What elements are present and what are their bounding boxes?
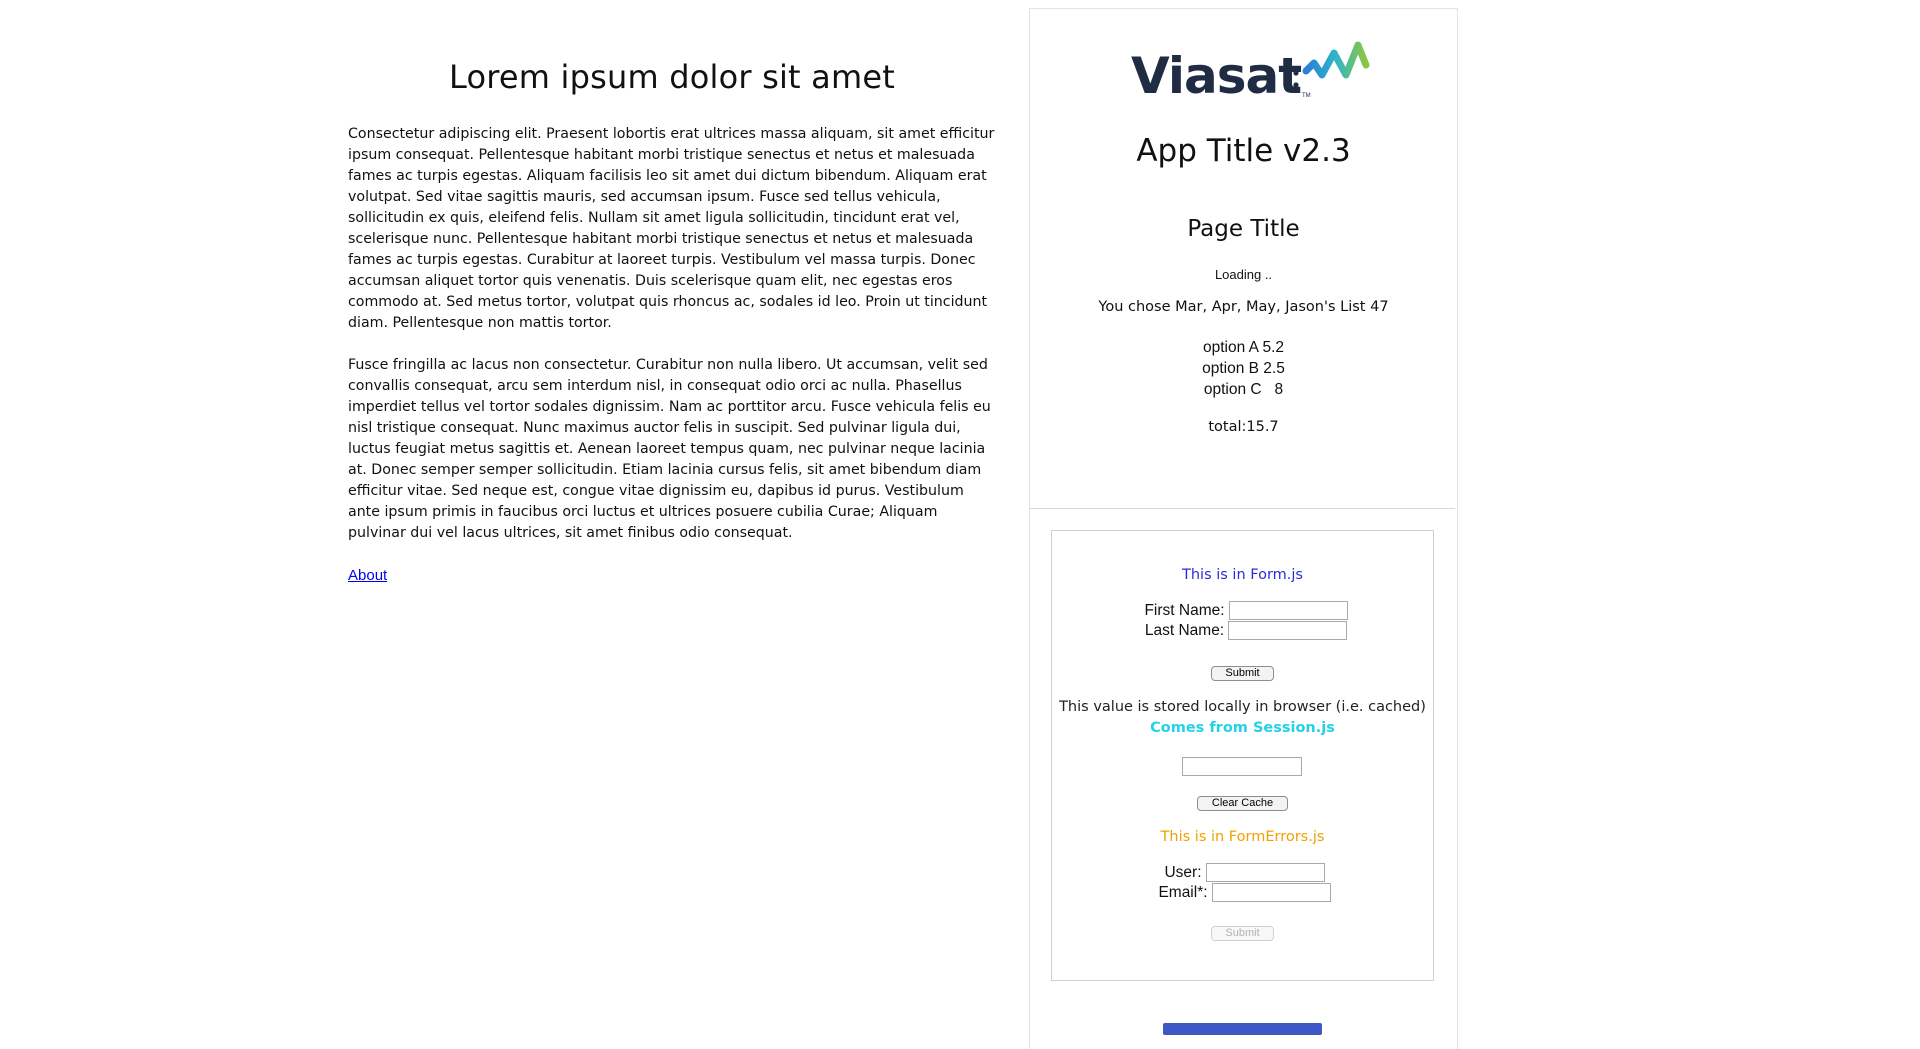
logo-trademark: TM xyxy=(1302,93,1311,99)
last-name-input[interactable] xyxy=(1228,621,1348,640)
option-c: option C 8 xyxy=(1203,381,1284,398)
first-name-label: First Name: xyxy=(1144,601,1225,619)
logo-wordmark: Viasat xyxy=(1131,47,1302,105)
article-paragraph-2: Fusce fringilla ac lacus non consectetur… xyxy=(348,357,991,541)
logo-wave-icon xyxy=(1293,41,1370,88)
viasat-logo: Viasat TM xyxy=(1130,23,1370,113)
options-list: option A 5.2 option B 2.5 option C 8 xyxy=(1030,337,1457,400)
article-heading: Lorem ipsum dolor sit amet xyxy=(448,58,895,96)
total-value: total:15.7 xyxy=(1208,419,1279,435)
submit-disabled-button[interactable]: Submit xyxy=(1211,926,1274,941)
about-link[interactable]: About xyxy=(348,567,387,584)
user-input[interactable] xyxy=(1205,863,1325,882)
clear-cache-button[interactable]: Clear Cache xyxy=(1197,796,1288,811)
email-label: Email*: xyxy=(1158,883,1208,901)
selection-summary: You chose Mar, Apr, May, Jason's List 47 xyxy=(1098,299,1389,315)
loading-text: Loading .. xyxy=(1214,267,1273,282)
email-input[interactable] xyxy=(1211,883,1331,902)
article-paragraph-1: Consectetur adipiscing elit. Praesent lo… xyxy=(348,126,995,331)
session-source-label: Comes from Session.js xyxy=(1150,720,1335,736)
last-name-row: Last Name: xyxy=(1052,621,1433,643)
page-title: Page Title xyxy=(1187,216,1300,242)
submit-button[interactable]: Submit xyxy=(1211,666,1274,681)
app-header: Viasat TM App Title v2.3 Page Title Load… xyxy=(1030,9,1457,509)
article: Lorem ipsum dolor sit amet Consectetur a… xyxy=(348,58,996,584)
cache-description: This value is stored locally in browser … xyxy=(1059,699,1426,715)
cached-value-input[interactable] xyxy=(1182,757,1302,776)
first-name-row: First Name: xyxy=(1052,601,1433,623)
app-title: App Title v2.3 xyxy=(1136,133,1351,169)
option-a: option A 5.2 xyxy=(1202,339,1285,356)
user-row: User: xyxy=(1052,863,1433,885)
last-name-label: Last Name: xyxy=(1144,621,1225,639)
bottom-action-button[interactable] xyxy=(1163,1023,1322,1035)
panel-divider xyxy=(1030,508,1455,509)
first-name-input[interactable] xyxy=(1228,601,1348,620)
email-row: Email*: xyxy=(1052,883,1433,905)
form-container: This is in Form.js First Name: Last Name… xyxy=(1051,530,1434,981)
user-label: User: xyxy=(1164,863,1202,881)
form-js-title: This is in Form.js xyxy=(1182,567,1303,583)
form-errors-title: This is in FormErrors.js xyxy=(1160,829,1325,845)
option-b: option B 2.5 xyxy=(1202,360,1285,377)
